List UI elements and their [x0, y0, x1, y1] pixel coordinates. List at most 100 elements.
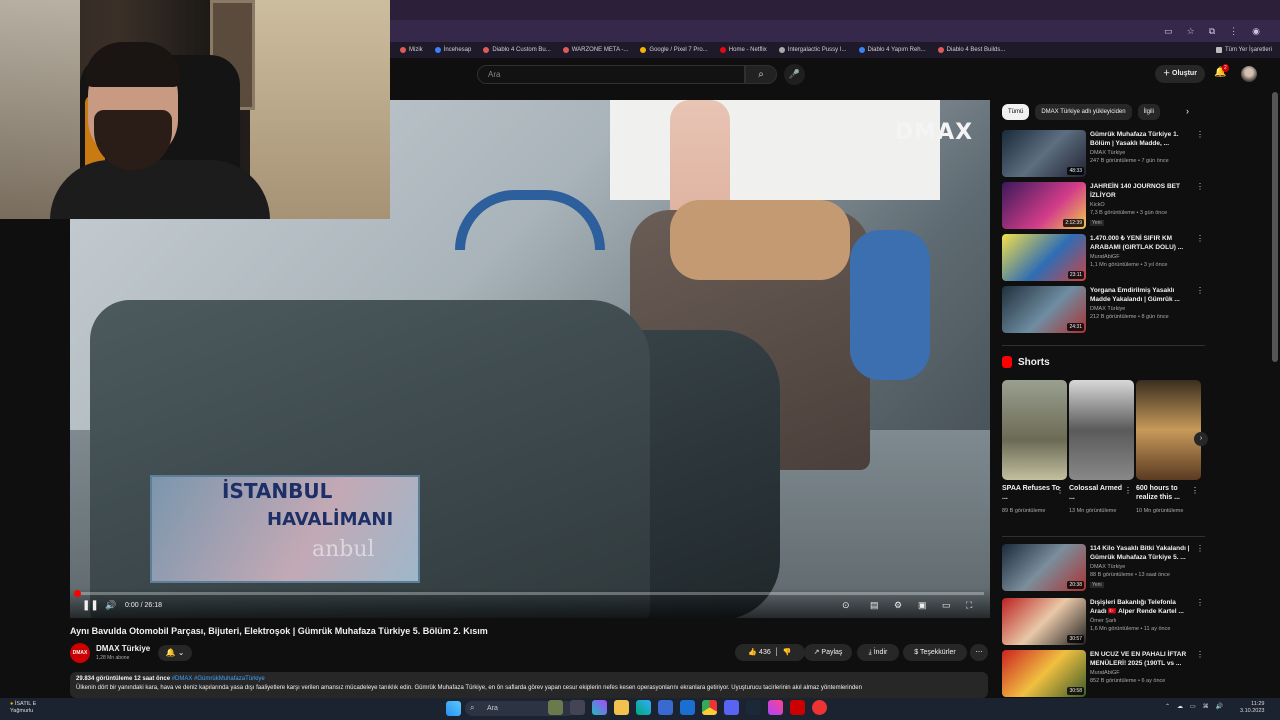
autoplay-toggle[interactable]: ⊙	[842, 600, 850, 611]
bookmark-3[interactable]: WARZONE META -...	[562, 47, 628, 53]
thanks-button[interactable]: $ Teşekkürler	[903, 644, 967, 661]
like-button[interactable]: 👍 436	[748, 649, 770, 656]
chevron-up-icon[interactable]: ⌃	[1165, 703, 1170, 710]
recommendation-title[interactable]: Dışişleri Bakanlığı Telefonla Aradı 🇹🇷 A…	[1090, 598, 1190, 616]
subscription-bell-button[interactable]: 🔔 ⌄	[158, 645, 192, 661]
kebab-menu-button[interactable]: ⋮	[1056, 486, 1064, 495]
theater-button[interactable]: ▭	[942, 600, 951, 611]
volume-button[interactable]: 🔊	[105, 600, 116, 611]
task-view-icon[interactable]	[570, 700, 585, 715]
chip-all[interactable]: Tümü	[1002, 104, 1030, 120]
channel-name[interactable]: DMAX Türkiye	[96, 644, 150, 653]
short-thumbnail[interactable]	[1002, 380, 1067, 480]
channel-avatar[interactable]: DMAX	[70, 643, 90, 663]
kebab-menu-button[interactable]: ⋮	[1196, 182, 1204, 191]
video-thumbnail[interactable]: 20:38	[1002, 544, 1086, 591]
more-actions-button[interactable]: ⋯	[970, 644, 988, 661]
steam-icon[interactable]	[746, 700, 761, 715]
recommendation-item[interactable]: 20:38 114 Kilo Yasaklı Bitki Yakalandı |…	[1002, 544, 1207, 591]
recommendation-channel[interactable]: DMAX Türkiye	[1090, 150, 1125, 156]
short-title[interactable]: SPAA Refuses To ...	[1002, 484, 1060, 502]
bookmark-2[interactable]: Diablo 4 Custom Bu...	[483, 47, 551, 53]
cloud-icon[interactable]: ☁	[1177, 703, 1183, 710]
widgets-icon[interactable]	[548, 700, 563, 715]
bookmark-8[interactable]: Diablo 4 Best Builds...	[937, 47, 1005, 53]
chip-from-uploader[interactable]: DMAX Türkiye adlı yükleyiciden	[1035, 104, 1132, 120]
copilot-icon[interactable]	[592, 700, 607, 715]
fullscreen-button[interactable]: ⛶	[966, 600, 972, 611]
extensions-icon[interactable]: ⧉	[1209, 26, 1215, 37]
recommendation-item[interactable]: 24:31 Yorgana Emdirilmiş Yasaklı Madde Y…	[1002, 286, 1207, 333]
kebab-menu-button[interactable]: ⋮	[1196, 286, 1204, 295]
windows-start-icon[interactable]	[446, 701, 461, 716]
chips-next-button[interactable]: ›	[1186, 106, 1189, 116]
recommendation-item[interactable]: 30:57 Dışişleri Bakanlığı Telefonla Arad…	[1002, 598, 1207, 645]
page-scrollbar[interactable]	[1272, 92, 1278, 362]
discord-icon[interactable]	[724, 700, 739, 715]
video-thumbnail[interactable]: 30:57	[1002, 598, 1086, 645]
kebab-menu-button[interactable]: ⋮	[1196, 544, 1204, 553]
messenger-icon[interactable]	[768, 700, 783, 715]
recommendation-channel[interactable]: MuratAbiGF	[1090, 254, 1120, 260]
recommendation-channel[interactable]: MuratAbiGF	[1090, 670, 1120, 676]
record-icon[interactable]	[812, 700, 827, 715]
search-input[interactable]: Ara	[477, 65, 745, 84]
bookmark-7[interactable]: Diablo 4 Yapım Reh...	[858, 47, 926, 53]
account-avatar[interactable]	[1241, 66, 1257, 82]
cast-icon[interactable]: ▭	[1164, 26, 1173, 37]
kebab-menu-button[interactable]: ⋮	[1191, 486, 1199, 495]
taskbar-clock[interactable]: 11:29 3.10.2023	[1240, 701, 1264, 715]
outlook-icon[interactable]	[680, 700, 695, 715]
recommendation-title[interactable]: Gümrük Muhafaza Türkiye 1. Bölüm | Yasak…	[1090, 130, 1190, 148]
recommendation-channel[interactable]: DMAX Türkiye	[1090, 564, 1125, 570]
bookmark-5[interactable]: Home - Netflix	[719, 47, 767, 53]
video-thumbnail[interactable]: 48:33	[1002, 130, 1086, 177]
miniplayer-button[interactable]: ▣	[918, 600, 927, 611]
recommendation-item[interactable]: 48:33 Gümrük Muhafaza Türkiye 1. Bölüm |…	[1002, 130, 1207, 177]
recommendation-channel[interactable]: KickO	[1090, 202, 1105, 208]
bookmark-6[interactable]: Intergalactic Pussy I...	[778, 47, 847, 53]
short-title[interactable]: 600 hours to realize this ...	[1136, 484, 1194, 502]
video-thumbnail[interactable]: 2:12:39	[1002, 182, 1086, 229]
recommendation-title[interactable]: JAHREİN 140 JOURNOS BET İZLİYOR	[1090, 182, 1190, 200]
description-box[interactable]: 29.834 görüntüleme 12 saat önce #DMAX #G…	[70, 672, 988, 698]
recommendation-item[interactable]: 23:11 1.470.000 ₺ YENİ SIFIR KM ARABAMI …	[1002, 234, 1207, 281]
subtitles-button[interactable]: ▤	[870, 600, 879, 611]
kebab-menu-button[interactable]: ⋮	[1196, 650, 1204, 659]
recommendation-item[interactable]: 2:12:39 JAHREİN 140 JOURNOS BET İZLİYOR …	[1002, 182, 1207, 229]
share-button[interactable]: ↗ Paylaş	[804, 644, 852, 661]
download-button[interactable]: ⤓ İndir	[857, 644, 899, 661]
bookmark-1[interactable]: İncehesap	[434, 47, 471, 53]
recommendation-channel[interactable]: Ömer Şarlı	[1090, 618, 1117, 624]
recommendation-title[interactable]: 1.470.000 ₺ YENİ SIFIR KM ARABAMI (GIRTL…	[1090, 234, 1190, 252]
volume-icon[interactable]: 🔊	[1216, 703, 1223, 710]
bookmark-0[interactable]: Mizik	[400, 47, 423, 53]
hashtags[interactable]: #DMAX #GümrükMuhafazaTürkiye	[172, 676, 265, 682]
edge-icon[interactable]	[636, 700, 651, 715]
profile-icon[interactable]: ◉	[1252, 26, 1260, 37]
short-title[interactable]: Colossal Armed ...	[1069, 484, 1127, 502]
video-thumbnail[interactable]: 24:31	[1002, 286, 1086, 333]
kebab-menu-button[interactable]: ⋮	[1196, 598, 1204, 607]
recommendation-channel[interactable]: DMAX Türkiye	[1090, 306, 1125, 312]
create-button[interactable]: ＋ Oluştur	[1155, 65, 1205, 83]
shorts-next-button[interactable]: ›	[1194, 432, 1208, 446]
display-icon[interactable]: ▭	[1190, 703, 1196, 710]
video-thumbnail[interactable]: 23:11	[1002, 234, 1086, 281]
kebab-menu-button[interactable]: ⋮	[1124, 486, 1132, 495]
chip-related[interactable]: İlgili	[1137, 104, 1160, 120]
recommendation-title[interactable]: EN UCUZ VE EN PAHALI İFTAR MENÜLERİ! 202…	[1090, 650, 1190, 668]
bookmark-all[interactable]: Tüm Yer İşaretleri	[1215, 47, 1272, 53]
recommendation-item[interactable]: 30:58 EN UCUZ VE EN PAHALI İFTAR MENÜLER…	[1002, 650, 1207, 697]
recommendation-title[interactable]: 114 Kilo Yasaklı Bitki Yakalandı | Gümrü…	[1090, 544, 1190, 562]
short-thumbnail[interactable]	[1069, 380, 1134, 480]
network-icon[interactable]: ⌘	[1203, 703, 1209, 710]
settings-button[interactable]: ⚙	[894, 600, 902, 611]
bookmark-4[interactable]: Google / Pixel 7 Pro...	[640, 47, 708, 53]
voice-search-button[interactable]: 🎤	[784, 64, 805, 85]
chrome-icon[interactable]	[702, 700, 717, 715]
progress-bar[interactable]	[76, 592, 984, 595]
recommendation-title[interactable]: Yorgana Emdirilmiş Yasaklı Madde Yakalan…	[1090, 286, 1190, 304]
progress-scrubber[interactable]	[74, 590, 81, 597]
short-thumbnail[interactable]	[1136, 380, 1201, 480]
